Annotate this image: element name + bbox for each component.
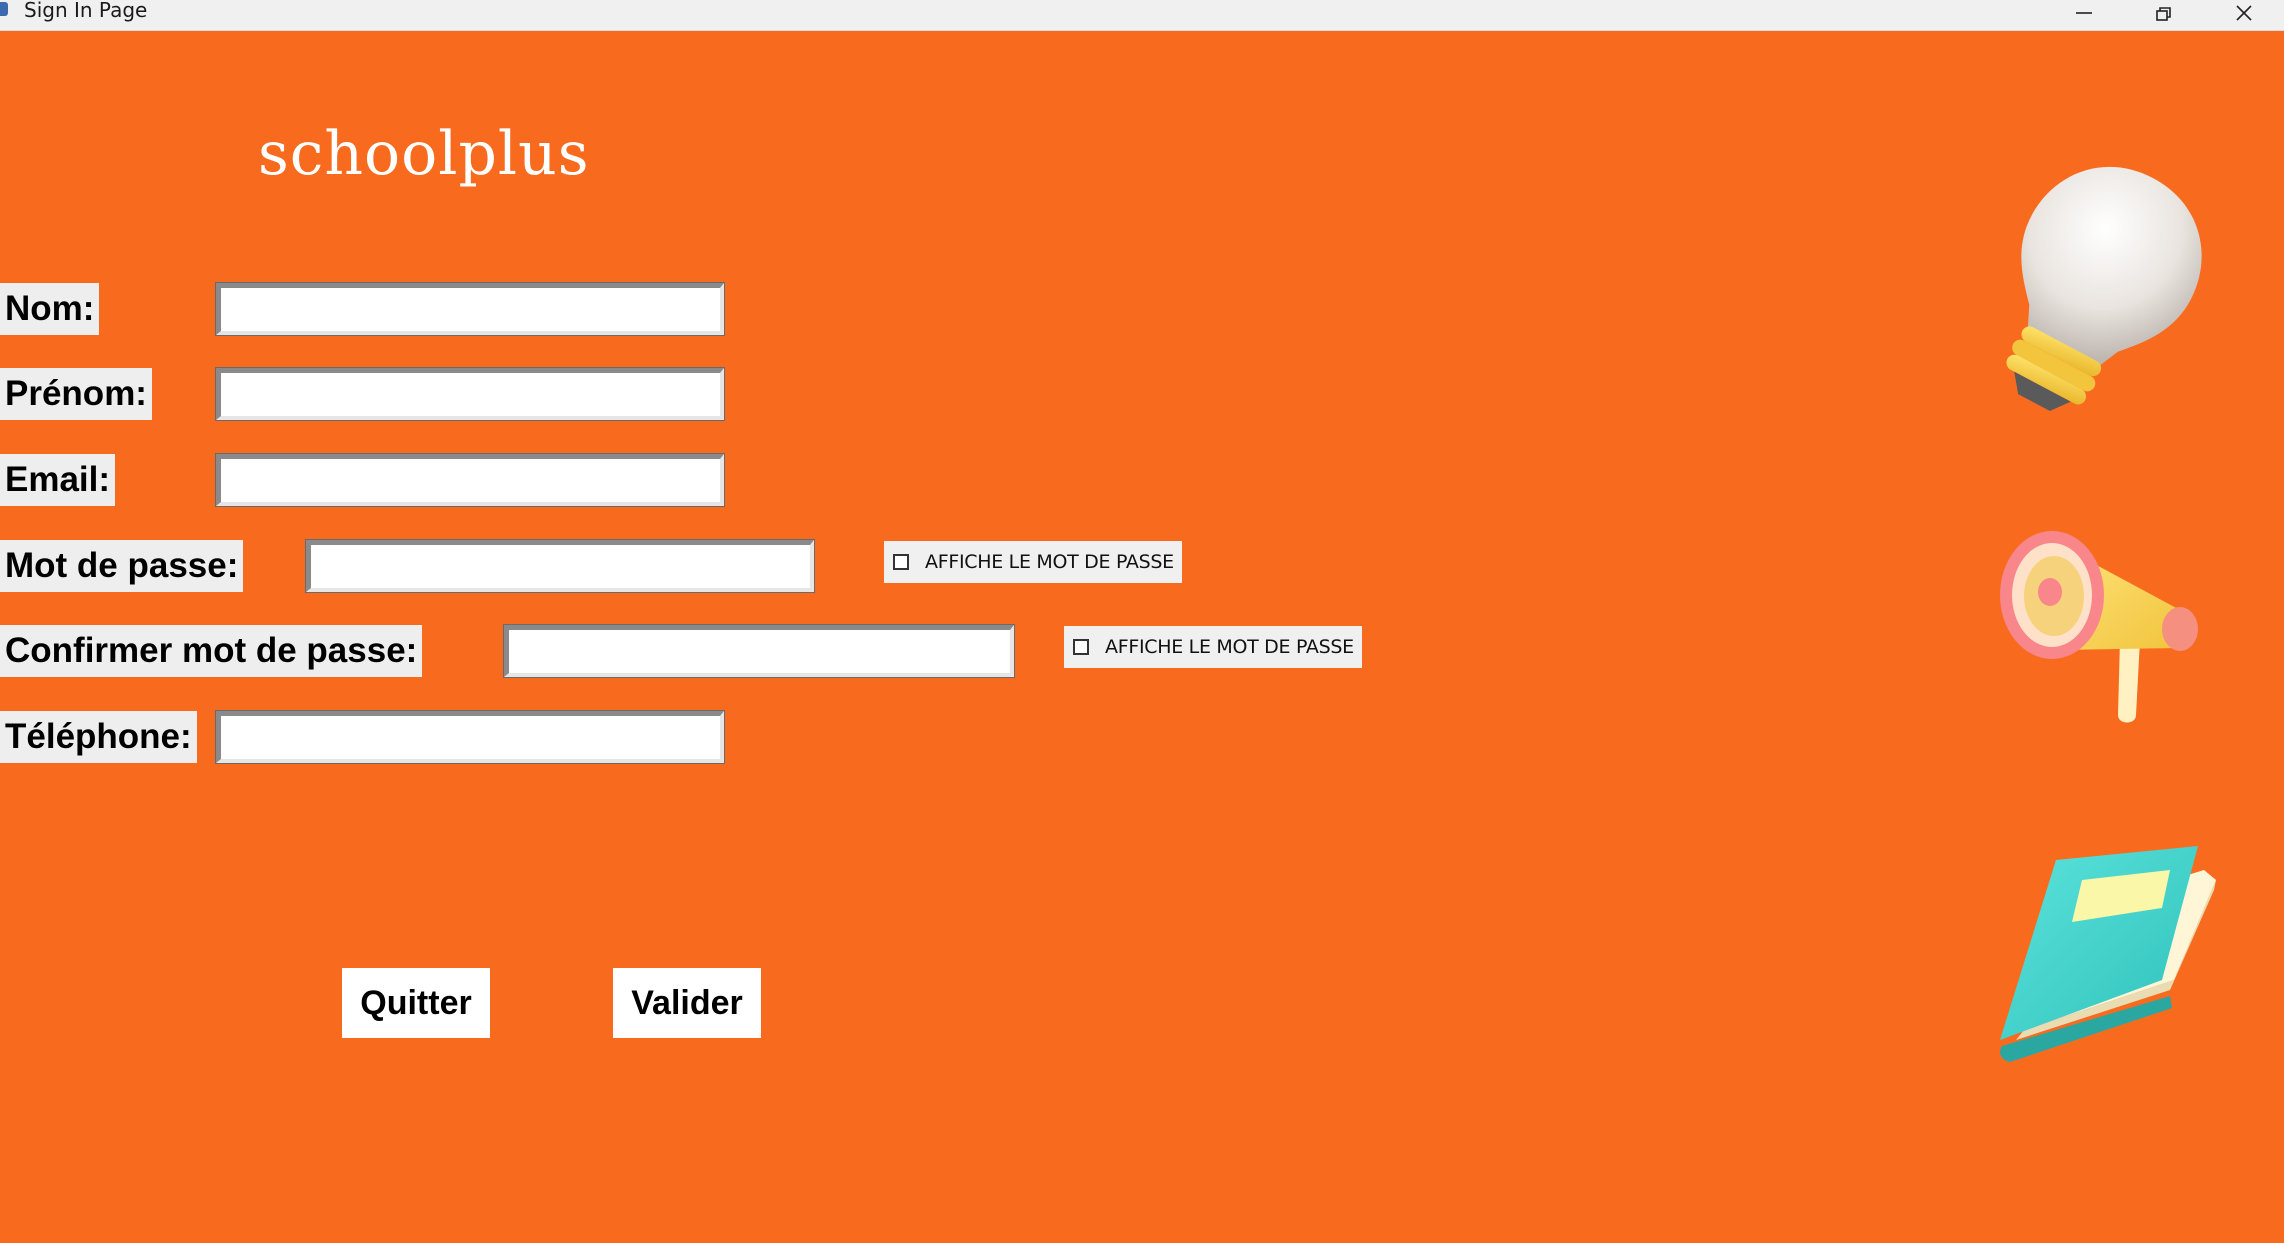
password-label: Mot de passe: [0, 540, 244, 592]
brand-title: schoolplus [258, 119, 590, 189]
title-bar: Sign In Page [0, 0, 2284, 31]
sign-in-window: Sign In Page schoolplus Nom: Prénom: Ema… [0, 0, 2284, 1243]
quit-button[interactable]: Quitter [342, 968, 490, 1038]
nom-label: Nom: [0, 283, 100, 335]
email-input[interactable] [215, 453, 725, 507]
prenom-label: Prénom: [0, 368, 152, 420]
password-input[interactable] [305, 539, 815, 593]
restore-icon [2156, 7, 2171, 21]
show-password-label: AFFICHE LE MOT DE PASSE [925, 551, 1174, 573]
telephone-label: Téléphone: [0, 711, 197, 763]
lightbulb-icon [2006, 166, 2202, 411]
show-confirm-password-checkbox[interactable] [1073, 639, 1089, 655]
minimize-button[interactable] [2044, 0, 2124, 28]
prenom-input[interactable] [215, 367, 725, 421]
confirm-password-label: Confirmer mot de passe: [0, 625, 423, 677]
window-title: Sign In Page [24, 0, 148, 22]
show-confirm-password-label: AFFICHE LE MOT DE PASSE [1105, 636, 1354, 658]
email-label: Email: [0, 454, 116, 506]
close-button[interactable] [2204, 0, 2284, 28]
telephone-input[interactable] [215, 710, 725, 764]
show-confirm-password-toggle[interactable]: AFFICHE LE MOT DE PASSE [1064, 626, 1362, 668]
submit-button[interactable]: Valider [613, 968, 761, 1038]
minimize-icon [2076, 12, 2092, 14]
close-icon [2236, 5, 2252, 21]
book-icon [2000, 846, 2216, 1062]
confirm-password-input[interactable] [503, 624, 1015, 678]
show-password-toggle[interactable]: AFFICHE LE MOT DE PASSE [884, 541, 1182, 583]
show-password-checkbox[interactable] [893, 554, 909, 570]
megaphone-icon [2000, 531, 2198, 723]
app-icon [0, 2, 8, 16]
nom-input[interactable] [215, 282, 725, 336]
restore-button[interactable] [2124, 0, 2204, 28]
